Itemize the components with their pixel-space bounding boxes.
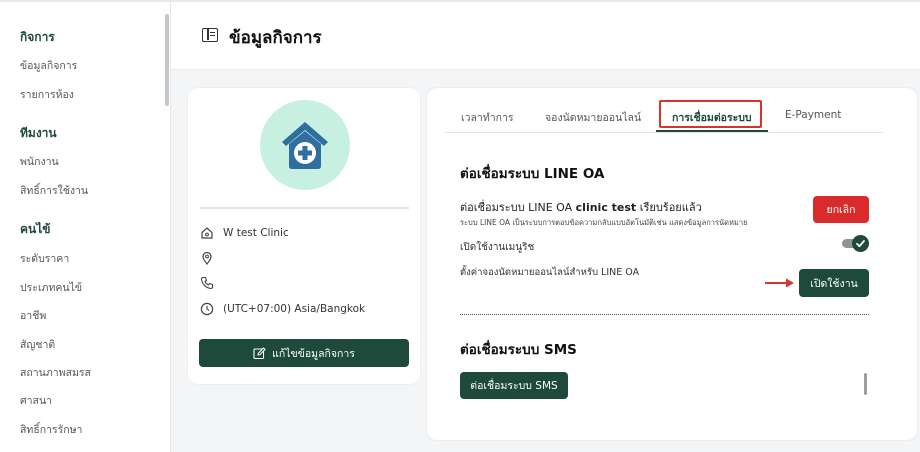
home-icon xyxy=(199,226,214,241)
sidebar-item-price-levels[interactable]: ระดับราคา xyxy=(20,250,69,267)
cancel-line-oa-button[interactable]: ยกเลิก xyxy=(813,196,869,223)
sidebar-group-patients: คนไข้ xyxy=(20,222,51,236)
tab-online-booking[interactable]: จองนัดหมายออนไลน์ xyxy=(545,109,641,126)
sidebar-group-team: ทีมงาน xyxy=(20,126,57,140)
rich-menu-label: เปิดใช้งานเมนูริช xyxy=(460,242,535,253)
sidebar-toggle-icon[interactable] xyxy=(202,28,218,42)
sidebar-item-occupations[interactable]: อาชีพ xyxy=(20,307,46,324)
line-oa-status: ต่อเชื่อมระบบ LINE OA clinic test เรียบร… xyxy=(460,198,702,216)
business-address-row xyxy=(199,250,223,266)
page-header: ข้อมูลกิจการ xyxy=(171,2,920,70)
business-phone-row xyxy=(199,275,223,291)
sidebar-item-treatment-rights[interactable]: สิทธิ์การรักษา xyxy=(20,421,82,438)
section-divider xyxy=(460,314,869,315)
tab-e-payment[interactable]: E-Payment xyxy=(785,109,841,121)
sidebar-scrollbar[interactable] xyxy=(165,14,169,106)
business-name-row: W test Clinic xyxy=(199,225,289,241)
sidebar: กิจการ ข้อมูลกิจการ รายการห้อง ทีมงาน พน… xyxy=(0,2,171,452)
sidebar-item-rooms[interactable]: รายการห้อง xyxy=(20,86,74,103)
clinic-logo xyxy=(260,100,350,190)
business-name: W test Clinic xyxy=(223,227,289,239)
settings-card: เวลาทำการ จองนัดหมายออนไลน์ การเชื่อมต่อ… xyxy=(427,88,917,440)
tab-business-hours[interactable]: เวลาทำการ xyxy=(461,109,514,126)
clinic-house-icon xyxy=(282,122,328,169)
business-timezone: (UTC+07:00) Asia/Bangkok xyxy=(223,303,366,315)
line-oa-description: ระบบ LINE OA เป็นระบบการตอบข้อความกลับแบ… xyxy=(460,218,748,227)
page-title: ข้อมูลกิจการ xyxy=(229,28,322,48)
phone-icon xyxy=(199,276,214,291)
sidebar-item-staff[interactable]: พนักงาน xyxy=(20,153,59,170)
line-oa-section-title: ต่อเชื่อมระบบ LINE OA xyxy=(460,166,605,182)
sidebar-item-religions[interactable]: ศาสนา xyxy=(20,392,52,409)
business-timezone-row: (UTC+07:00) Asia/Bangkok xyxy=(199,301,365,317)
location-pin-icon xyxy=(199,251,214,266)
clock-icon xyxy=(199,302,214,317)
tabs-divider xyxy=(444,132,884,133)
arrow-right-icon xyxy=(765,278,794,288)
line-oa-status-prefix: ต่อเชื่อมระบบ LINE OA xyxy=(460,201,576,214)
line-booking-label: ตั้งค่าจองนัดหมายออนไลน์สำหรับ LINE OA xyxy=(460,267,640,278)
sidebar-group-business: กิจการ xyxy=(20,30,55,44)
connect-sms-button[interactable]: ต่อเชื่อมระบบ SMS xyxy=(460,372,568,399)
enable-line-booking-button[interactable]: เปิดใช้งาน xyxy=(799,269,869,297)
check-icon xyxy=(856,240,865,248)
edit-business-button[interactable]: แก้ไขข้อมูลกิจการ xyxy=(199,339,409,367)
sidebar-item-permissions[interactable]: สิทธิ์การใช้งาน xyxy=(20,182,88,199)
sidebar-item-patient-types[interactable]: ประเภทคนไข้ xyxy=(20,279,82,296)
active-tab-indicator xyxy=(656,130,768,132)
line-oa-status-suffix: เรียบร้อยแล้ว xyxy=(636,201,702,214)
line-oa-account-name: clinic test xyxy=(575,201,637,214)
sidebar-item-nationalities[interactable]: สัญชาติ xyxy=(20,336,55,353)
tab-highlight-box xyxy=(659,100,762,128)
sidebar-item-business-info[interactable]: ข้อมูลกิจการ xyxy=(20,57,77,74)
edit-business-label: แก้ไขข้อมูลกิจการ xyxy=(272,347,355,360)
sidebar-item-marital-status[interactable]: สถานภาพสมรส xyxy=(20,364,91,381)
card-scrollbar[interactable] xyxy=(864,373,867,395)
business-profile-card: W test Clinic (UTC+07:00) Asia/Bangkok แ… xyxy=(188,88,420,384)
edit-icon xyxy=(253,346,266,359)
card-divider xyxy=(200,207,409,209)
sms-section-title: ต่อเชื่อมระบบ SMS xyxy=(460,342,577,358)
rich-menu-toggle-knob[interactable] xyxy=(852,235,869,252)
